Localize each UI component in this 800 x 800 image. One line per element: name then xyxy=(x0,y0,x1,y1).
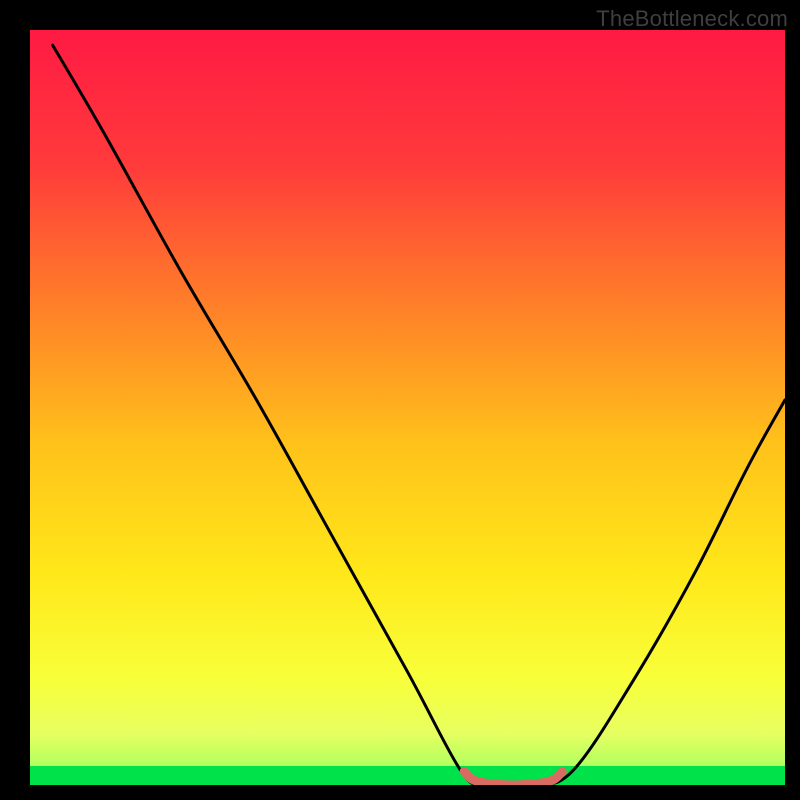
bottleneck-chart xyxy=(0,0,800,800)
watermark-text: TheBottleneck.com xyxy=(596,6,788,32)
optimal-green-band xyxy=(30,766,785,785)
chart-container: TheBottleneck.com xyxy=(0,0,800,800)
